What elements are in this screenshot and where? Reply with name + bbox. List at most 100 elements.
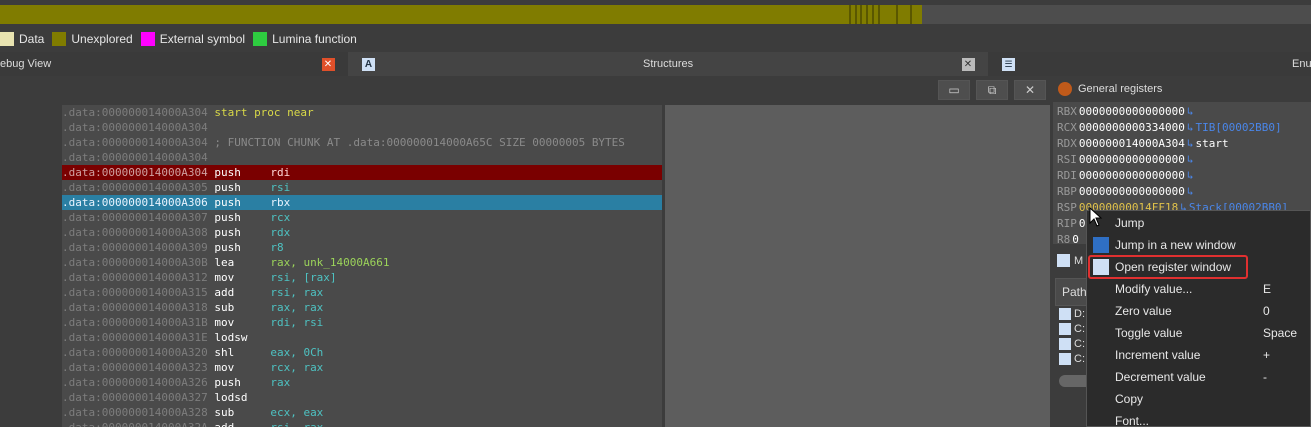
disasm-line[interactable]: .data:000000014000A307 push rcx: [62, 210, 662, 225]
menu-item-label: Zero value: [1115, 304, 1172, 318]
disasm-line[interactable]: .data:000000014000A320 shl eax, 0Ch: [62, 345, 662, 360]
modules-tab[interactable]: M: [1057, 254, 1083, 267]
disasm-line[interactable]: .data:000000014000A304: [62, 120, 662, 135]
close-pane-button[interactable]: ✕: [1014, 80, 1046, 100]
tile-button[interactable]: ⧉: [976, 80, 1008, 100]
disasm-line[interactable]: .data:000000014000A32A addrsi, rax: [62, 420, 662, 427]
legend-item: Lumina function: [253, 32, 357, 46]
disasm-address: .data:000000014000A328: [62, 406, 208, 419]
register-value: 0: [1078, 217, 1086, 230]
disasm-line[interactable]: .data:000000014000A30B lea rax, unk_14000…: [62, 255, 662, 270]
legend-label: Data: [19, 32, 45, 46]
disasm-line[interactable]: .data:000000014000A304 ; FUNCTION CHUNK …: [62, 135, 662, 150]
disasm-line[interactable]: .data:000000014000A326 push rax: [62, 375, 662, 390]
disasm-mnemonic: shl: [214, 346, 235, 359]
restore-button[interactable]: ▭: [938, 80, 970, 100]
disasm-address: .data:000000014000A308: [62, 226, 208, 239]
disasm-mnemonic: start proc near: [214, 106, 314, 119]
register-row[interactable]: RDX 000000014000A304 ↳ start: [1057, 136, 1229, 152]
menu-item[interactable]: Increment value +: [1087, 344, 1310, 366]
register-row[interactable]: RBP 0000000000000000 ↳: [1057, 184, 1195, 200]
bug-icon: [1058, 82, 1072, 96]
menu-item[interactable]: Copy: [1087, 388, 1310, 410]
disasm-line[interactable]: .data:000000014000A315 add rsi, rax: [62, 285, 662, 300]
menu-item[interactable]: Jump in a new window: [1087, 234, 1310, 256]
register-value: 0000000000000000: [1078, 169, 1185, 182]
menu-item[interactable]: Jump: [1087, 212, 1310, 234]
disasm-operands: rsi, [rax]: [270, 271, 337, 284]
navigation-bar-remainder[interactable]: [922, 5, 1311, 24]
disasm-line[interactable]: .data:000000014000A327 lodsd: [62, 390, 662, 405]
menu-item-label: Decrement value: [1115, 370, 1206, 384]
disasm-address: .data:000000014000A327: [62, 391, 208, 404]
disasm-mnemonic: add: [214, 420, 270, 427]
disasm-line[interactable]: .data:000000014000A328 sub ecx, eax: [62, 405, 662, 420]
disasm-line[interactable]: .data:000000014000A31E lodsw: [62, 330, 662, 345]
disasm-mnemonic: lea: [214, 256, 235, 269]
register-row[interactable]: R8 0: [1057, 232, 1083, 244]
register-row[interactable]: RDI 0000000000000000 ↳: [1057, 168, 1195, 184]
disasm-operands: rsi, rax: [270, 286, 324, 299]
tab-debug-view[interactable]: ebug View: [0, 52, 340, 76]
menu-item[interactable]: Toggle value Space: [1087, 322, 1310, 344]
disasm-address: .data:000000014000A312: [62, 271, 208, 284]
list-item[interactable]: C:: [1059, 323, 1085, 335]
disasm-mnemonic: push: [214, 196, 241, 209]
register-name: RDI: [1057, 169, 1077, 182]
tab-enums[interactable]: ☰ Enu: [990, 52, 1311, 76]
disasm-operands: r8: [270, 241, 284, 254]
disasm-line[interactable]: .data:000000014000A308 push rdx: [62, 225, 662, 240]
disasm-line[interactable]: .data:000000014000A309 push r8: [62, 240, 662, 255]
disasm-line[interactable]: .data:000000014000A304 push rdi: [62, 165, 662, 180]
list-item[interactable]: C:: [1059, 338, 1085, 350]
menu-item-label: Modify value...: [1115, 282, 1193, 296]
legend-swatch: [0, 32, 14, 46]
disasm-line[interactable]: .data:000000014000A304: [62, 150, 662, 165]
disasm-line[interactable]: .data:000000014000A305 push rsi: [62, 180, 662, 195]
tab-close-button[interactable]: ✕: [960, 52, 976, 76]
menu-item[interactable]: Font...: [1087, 410, 1310, 426]
menu-item-label: Copy: [1115, 392, 1144, 406]
disasm-mnemonic: sub: [214, 301, 235, 314]
navigation-bar[interactable]: [0, 5, 922, 24]
register-row[interactable]: RIP 0: [1057, 216, 1090, 232]
disasm-line[interactable]: .data:000000014000A304 start proc near: [62, 105, 662, 120]
list-item[interactable]: C:: [1059, 353, 1085, 365]
menu-item[interactable]: Decrement value -: [1087, 366, 1310, 388]
disasm-line[interactable]: .data:000000014000A31B mov rdi, rsi: [62, 315, 662, 330]
disassembly-listing[interactable]: .data:000000014000A304 start proc near .d…: [62, 105, 662, 427]
disasm-operands: rsi, rax: [270, 421, 323, 427]
close-icon: ✕: [1024, 83, 1036, 97]
register-row[interactable]: RBX 0000000000000000 ↳: [1057, 104, 1195, 120]
register-row[interactable]: RCX 0000000000334000 ↳ TIB[00002BB0]: [1057, 120, 1282, 136]
disasm-address: .data:000000014000A305: [62, 181, 208, 194]
disasm-line[interactable]: .data:000000014000A312 mov rsi, [rax]: [62, 270, 662, 285]
disasm-address: .data:000000014000A32A: [62, 421, 208, 427]
tab-close-button[interactable]: ✕: [320, 52, 336, 76]
register-arrow: ↳: [1186, 121, 1194, 134]
disasm-operands: rdx: [270, 226, 291, 239]
tab-label: Enu: [1292, 58, 1311, 70]
tab-structures[interactable]: A Structures: [348, 52, 988, 76]
list-item[interactable]: D:: [1059, 308, 1085, 320]
register-value: 000000014000A304: [1078, 137, 1185, 150]
register-row[interactable]: RSI 0000000000000000 ↳: [1057, 152, 1195, 168]
disasm-operands: rsi: [270, 181, 291, 194]
disasm-line[interactable]: .data:000000014000A318 sub rax, rax: [62, 300, 662, 315]
disasm-mnemonic: mov: [214, 316, 235, 329]
disasm-line[interactable]: .data:000000014000A323 mov rcx, rax: [62, 360, 662, 375]
register-value: 0000000000000000: [1078, 153, 1185, 166]
disasm-line[interactable]: .data:000000014000A306 push rbx: [62, 195, 662, 210]
disasm-mnemonic: ; FUNCTION CHUNK AT .data:000000014000A6…: [214, 136, 625, 149]
register-target: start: [1195, 137, 1229, 150]
close-icon: ✕: [321, 57, 335, 71]
menu-item[interactable]: Zero value 0: [1087, 300, 1310, 322]
menu-item[interactable]: Modify value... E: [1087, 278, 1310, 300]
